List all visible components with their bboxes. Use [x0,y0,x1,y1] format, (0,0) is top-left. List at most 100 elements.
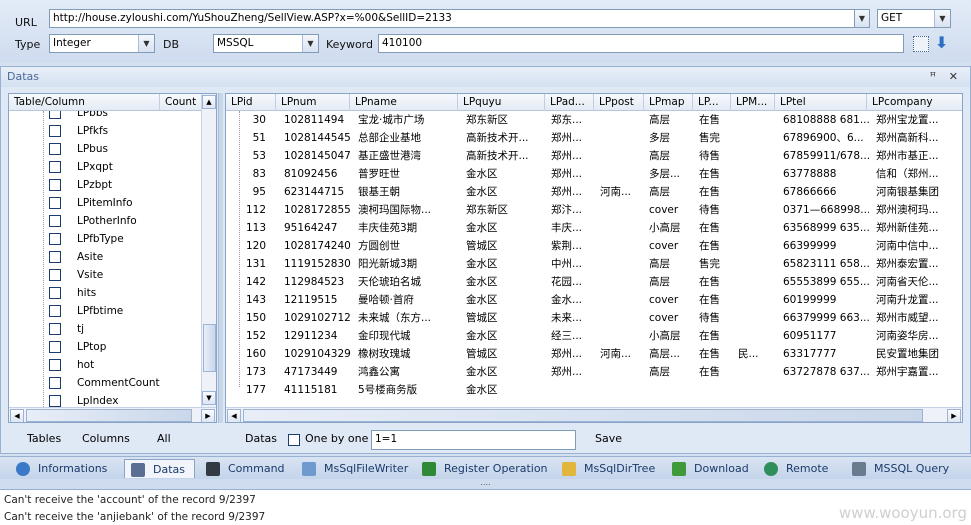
column-header[interactable]: LPad... [545,94,594,111]
pin-icon[interactable]: ꟸ [930,67,936,87]
column-checkbox[interactable] [49,395,61,407]
column-checkbox[interactable] [49,269,61,281]
table-row[interactable]: 131 1119152830 阳光新城3期 金水区 中州... 高层 售完 65823111 … [226,255,962,273]
column-checkbox[interactable] [49,323,61,335]
column-checkbox[interactable] [49,125,61,137]
tab-mssqlfilewriter[interactable]: MsSqlFileWriter [296,459,408,478]
column-checkbox[interactable] [49,377,61,389]
db-select[interactable]: MSSQL ▼ [213,34,319,53]
column-checkbox[interactable] [49,233,61,245]
column-checkbox[interactable] [49,161,61,173]
table-cell [600,129,644,147]
count-header[interactable]: Count [159,94,196,110]
column-header[interactable]: LPtel [775,94,867,111]
table-row[interactable]: 142 112984523 天伦琥珀名城 金水区 花园... 高层 在售 65553899 6… [226,273,962,291]
type-select[interactable]: Integer ▼ [49,34,155,53]
table-cell: 143 [245,294,266,306]
table-row[interactable]: 51 1028144545 总部企业基地 高新技术开... 郑州... 多层 售完 67896… [226,129,962,147]
column-header[interactable]: LPcompany [867,94,962,111]
table-row[interactable]: 143 12119515 曼哈顿·首府 金水区 金水... cover 在售 60199999… [226,291,962,309]
column-header[interactable]: LPpost [594,94,644,111]
tab-download[interactable]: Download [666,459,752,478]
column-checkbox[interactable] [49,359,61,371]
scroll-thumb[interactable] [26,409,192,422]
table-row[interactable]: 152 12911234 金印现代城 金水区 经三... 小高层 在售 60951177 河南姿… [226,327,962,345]
column-checkbox[interactable] [49,197,61,209]
column-checkbox[interactable] [49,111,61,119]
tree-vertical-scrollbar[interactable]: ▲ ▼ [201,94,216,407]
tab-bar: Informations Datas Command MsSqlFileWriter R… [0,456,971,479]
filter-input[interactable]: 1=1 [371,430,576,450]
table-row[interactable]: 177 41115181 5号楼商务版 金水区 [226,381,962,399]
save-button[interactable]: Save [595,427,622,451]
column-name: LPitemInfo [77,197,133,209]
column-checkbox[interactable] [49,179,61,191]
arrow-down-icon[interactable]: ⬇ [935,34,951,52]
column-header[interactable]: LPname [350,94,458,111]
column-checkbox[interactable] [49,143,61,155]
table-row[interactable]: 150 1029102712 未来城（东方... 管城区 未来... cover 待售 663… [226,309,962,327]
scroll-left-icon[interactable]: ◀ [10,409,24,422]
column-checkbox[interactable] [49,305,61,317]
tree-horizontal-scrollbar[interactable]: ◀ ▶ [9,407,216,422]
method-select[interactable]: GET ▼ [877,9,951,28]
table-row[interactable]: 53 1028145047 基正盛世港湾 高新技术开... 郑州... 高层 待售 67859… [226,147,962,165]
table-cell [738,165,776,183]
keyword-input[interactable]: 410100 [378,34,904,53]
database-icon [131,463,145,477]
table-cell: 65823111 658... [783,258,869,270]
all-button[interactable]: All [157,427,171,451]
grid-horizontal-scrollbar[interactable]: ◀ ▶ [226,407,962,422]
close-icon[interactable]: ✕ [949,67,958,87]
column-header[interactable]: LPquyu [458,94,545,111]
table-cell: 0371—668998... [783,204,869,216]
table-row[interactable]: 113 95164247 丰庆佳苑3期 金水区 丰庆... 小高层 在售 63568999 6… [226,219,962,237]
tables-button[interactable]: Tables [27,427,61,451]
tab-register-operation[interactable]: Register Operation [416,459,548,478]
column-checkbox[interactable] [49,287,61,299]
scroll-down-icon[interactable]: ▼ [202,391,216,405]
splitter-grip[interactable]: .... [0,479,971,489]
column-header[interactable]: LPid [226,94,276,111]
table-row[interactable]: 95 623144715 银基王朝 金水区 郑州... 河南... 高层 在售 67866666… [226,183,962,201]
scroll-right-icon[interactable]: ▶ [201,409,215,422]
table-cell [551,381,594,399]
table-row[interactable]: 160 1029104329 橡树玫瑰城 管城区 郑州... 河南... 高层... 在售 民.… [226,345,962,363]
tab-informations[interactable]: Informations [10,459,123,478]
table-column-header[interactable]: Table/Column [9,94,85,110]
panel-splitter[interactable] [218,93,223,423]
columns-button[interactable]: Columns [82,427,130,451]
tab-datas[interactable]: Datas [124,459,195,478]
tree-body: LPbbs LPfkfs LPbus LPxqpt LPzbpt LPitemInfo LP… [9,111,201,407]
tab-remote[interactable]: Remote [758,459,841,478]
column-header[interactable]: LPnum [276,94,350,111]
table-row[interactable]: 30 102811494 宝龙·城市广场 郑东新区 郑东... 高层 在售 68108888 … [226,111,962,129]
column-header[interactable]: LP... [693,94,731,111]
scroll-right-icon[interactable]: ▶ [947,409,961,422]
scroll-left-icon[interactable]: ◀ [227,409,241,422]
table-row[interactable]: 120 1028174240 方圆创世 管城区 紫荆... cover 在售 66399999… [226,237,962,255]
url-dropdown-button[interactable]: ▼ [854,9,870,28]
tab-mssqldirtree[interactable]: MsSqlDirTree [556,459,660,478]
scroll-thumb[interactable] [203,324,216,372]
column-header[interactable]: LPM... [731,94,775,111]
one-by-one-checkbox[interactable] [288,434,300,446]
column-header[interactable]: LPmap [644,94,693,111]
table-row[interactable]: 112 1028172855 澳柯玛国际物... 郑东新区 郑汴... cover 待售 03… [226,201,962,219]
scroll-up-icon[interactable]: ▲ [202,95,216,109]
tab-mssql-query[interactable]: MSSQL Query [846,459,951,478]
scroll-thumb[interactable] [243,409,923,422]
select-area-icon[interactable] [913,36,929,52]
table-row[interactable]: 83 81092456 普罗旺世 金水区 郑州... 多层... 在售 63778888 信和（… [226,165,962,183]
tab-label: Register Operation [444,462,548,475]
file-write-icon [302,462,316,476]
chevron-down-icon: ▼ [934,10,950,27]
tab-command[interactable]: Command [200,459,290,478]
url-input[interactable]: http://house.zyloushi.com/YuShouZheng/Se… [49,9,855,28]
tab-label: Download [694,462,749,475]
table-row[interactable]: 173 47173449 鸿鑫公寓 金水区 郑州... 高层 在售 63727878 637.… [226,363,962,381]
column-checkbox[interactable] [49,215,61,227]
table-cell: 河南银基集团 [876,186,939,198]
column-checkbox[interactable] [49,251,61,263]
column-checkbox[interactable] [49,341,61,353]
